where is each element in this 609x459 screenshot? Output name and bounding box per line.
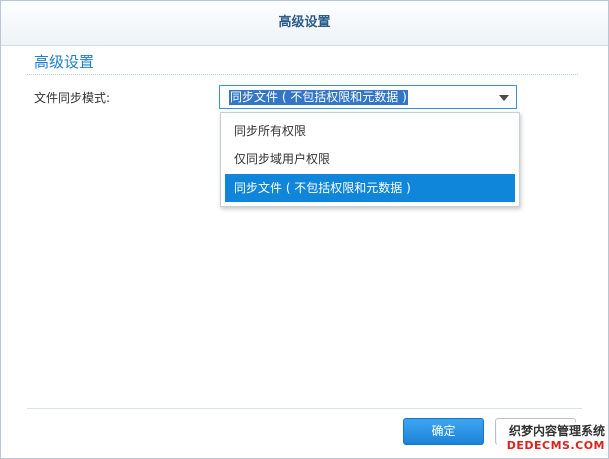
section-divider (27, 74, 578, 75)
option-sync-files-only[interactable]: 同步文件 ( 不包括权限和元数据 ) (225, 174, 515, 202)
sync-mode-select[interactable]: 同步文件 ( 不包括权限和元数据 ) (219, 85, 517, 109)
section-title: 高级设置 (34, 53, 95, 71)
ok-button[interactable]: 确定 (403, 418, 484, 445)
chevron-down-icon[interactable] (499, 95, 509, 101)
site-watermark-logo: 织梦内容管理系统 DEDECMS.COM (497, 422, 605, 456)
dialog-title-bar[interactable]: 高级设置 (1, 1, 608, 46)
advanced-settings-dialog: 高级设置 高级设置 文件同步模式: 同步文件 ( 不包括权限和元数据 ) 同步所… (0, 0, 609, 459)
footer-divider (27, 408, 582, 409)
sync-mode-selected-value: 同步文件 ( 不包括权限和元数据 ) (229, 90, 408, 105)
option-sync-all-permissions[interactable]: 同步所有权限 (225, 117, 515, 145)
sync-mode-dropdown-list: 同步所有权限 仅同步域用户权限 同步文件 ( 不包括权限和元数据 ) (220, 112, 520, 207)
option-sync-domain-user-permissions[interactable]: 仅同步域用户权限 (225, 145, 515, 173)
watermark-text-en: DEDECMS.COM (506, 439, 605, 452)
dialog-title: 高级设置 (278, 15, 331, 30)
watermark-text-cn: 织梦内容管理系统 (508, 424, 605, 438)
sync-mode-label: 文件同步模式: (34, 91, 111, 105)
